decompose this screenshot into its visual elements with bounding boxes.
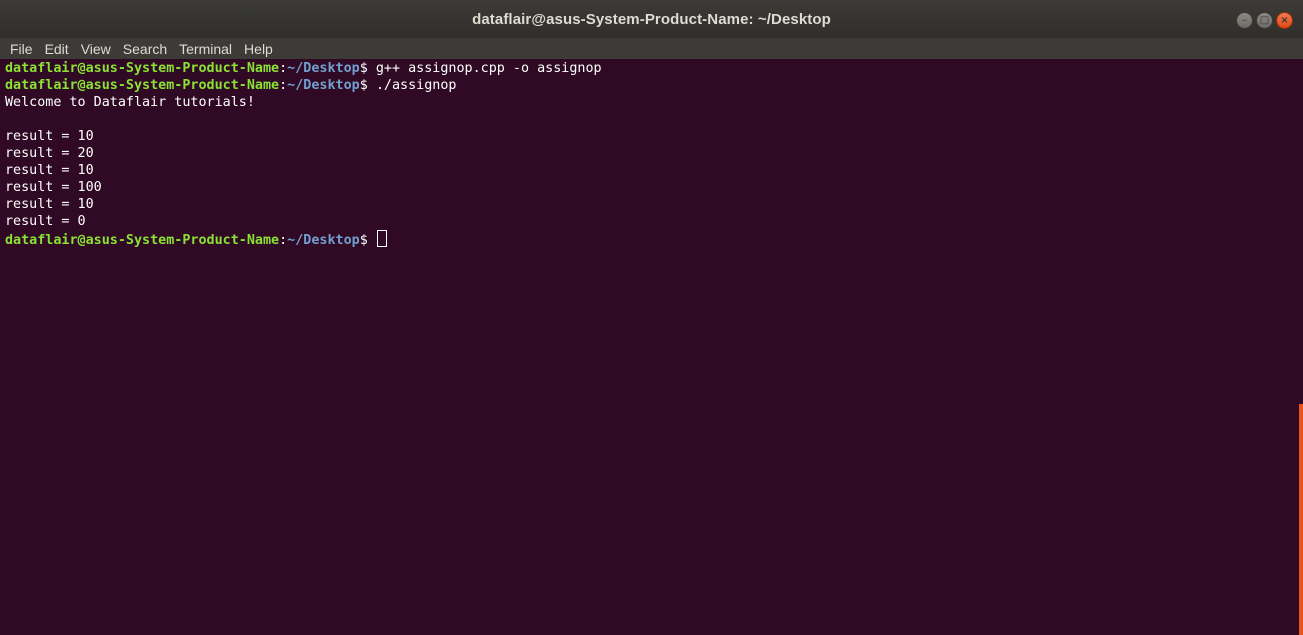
command-text: ./assignop (367, 78, 457, 93)
menu-terminal[interactable]: Terminal (179, 41, 232, 57)
output-text: result = 100 (5, 180, 102, 195)
text-cursor (376, 230, 387, 247)
command-text (368, 233, 376, 248)
output-text: result = 10 (5, 163, 94, 178)
window-title: dataflair@asus-System-Product-Name: ~/De… (472, 10, 831, 28)
prompt-path: ~/Desktop (287, 233, 360, 248)
terminal-output[interactable]: dataflair@asus-System-Product-Name:~/Des… (0, 59, 1297, 635)
menu-edit[interactable]: Edit (45, 41, 69, 57)
output-text: result = 20 (5, 146, 94, 161)
prompt-colon: : (279, 233, 288, 248)
prompt-line: dataflair@asus-System-Product-Name:~/Des… (5, 60, 1297, 77)
title-bar[interactable]: dataflair@asus-System-Product-Name: ~/De… (0, 0, 1303, 38)
prompt-user: dataflair@asus-System-Product-Name (5, 78, 280, 93)
scrollbar[interactable] (1297, 59, 1303, 635)
prompt-symbol: $ (359, 61, 368, 76)
prompt-user: dataflair@asus-System-Product-Name (5, 233, 280, 248)
window-controls: – □ × (1236, 12, 1293, 29)
command-text: g++ assignop.cpp -o assignop (367, 61, 602, 76)
prompt-line: dataflair@asus-System-Product-Name:~/Des… (5, 230, 1297, 248)
menu-search[interactable]: Search (123, 41, 167, 57)
output-text: Welcome to Dataflair tutorials! (5, 95, 255, 110)
minimize-icon[interactable]: – (1236, 12, 1253, 29)
output-text: result = 0 (5, 214, 86, 229)
menu-bar: File Edit View Search Terminal Help (0, 38, 1303, 59)
output-line: result = 20 (5, 145, 1297, 162)
output-line: result = 10 (5, 128, 1297, 145)
menu-view[interactable]: View (81, 41, 111, 57)
output-line: Welcome to Dataflair tutorials! (5, 94, 1297, 111)
menu-file[interactable]: File (10, 41, 33, 57)
prompt-symbol: $ (359, 233, 368, 248)
output-text: result = 10 (5, 129, 94, 144)
prompt-colon: : (279, 61, 288, 76)
maximize-icon[interactable]: □ (1256, 12, 1273, 29)
prompt-line: dataflair@asus-System-Product-Name:~/Des… (5, 77, 1297, 94)
output-line: result = 10 (5, 162, 1297, 179)
output-line: result = 0 (5, 213, 1297, 230)
close-icon[interactable]: × (1276, 12, 1293, 29)
prompt-colon: : (279, 78, 288, 93)
terminal-window: dataflair@asus-System-Product-Name: ~/De… (0, 0, 1303, 635)
prompt-user: dataflair@asus-System-Product-Name (5, 61, 280, 76)
prompt-path: ~/Desktop (287, 61, 360, 76)
menu-help[interactable]: Help (244, 41, 273, 57)
scrollbar-thumb[interactable] (1299, 404, 1303, 635)
output-text: result = 10 (5, 197, 94, 212)
output-line: result = 10 (5, 196, 1297, 213)
output-line: result = 100 (5, 179, 1297, 196)
prompt-symbol: $ (359, 78, 368, 93)
prompt-path: ~/Desktop (287, 78, 360, 93)
